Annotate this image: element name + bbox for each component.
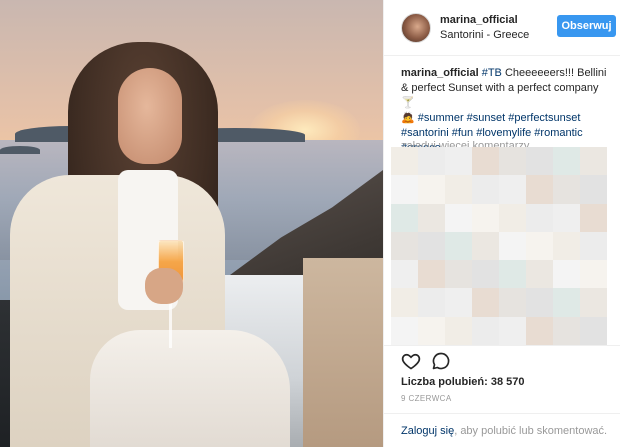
blur-cell [418,147,445,176]
blur-cell [499,288,526,317]
login-prompt-text: , aby polubić lub skomentować. [454,425,608,437]
post-header: marina_official Santorini - Greece Obser… [384,0,620,56]
blur-cell [553,316,580,346]
blur-cell [418,175,445,204]
blur-cell [526,260,553,289]
blur-cell [418,260,445,289]
blur-cell [418,203,445,232]
blur-cell [499,260,526,289]
blur-cell [472,260,499,289]
login-prompt: Zaloguj się, aby polubić lub skomentować… [384,413,620,447]
post-photo[interactable] [0,0,383,447]
blur-cell [445,175,472,204]
blur-cell [553,203,580,232]
blur-cell [553,231,580,261]
blur-cell [445,231,472,261]
hashtag-tb[interactable]: #TB [482,67,502,79]
blur-cell [391,260,418,289]
person-emoji: 🙇 [401,112,415,124]
blur-cell [580,175,607,204]
caption-username[interactable]: marina_official [401,67,479,79]
blur-cell [391,147,418,176]
blur-cell [418,231,445,261]
blur-cell [580,147,607,176]
blur-cell [553,147,580,176]
comment-icon[interactable] [431,351,451,371]
blur-cell [553,175,580,204]
blur-cell [580,203,607,232]
cocktail-emoji: 🍸 [401,97,415,109]
blur-cell [499,175,526,204]
blur-cell [526,316,553,346]
avatar[interactable] [401,13,431,43]
blur-cell [472,203,499,232]
blur-cell [445,147,472,176]
blur-cell [580,288,607,317]
blur-cell [445,260,472,289]
location-link[interactable]: Santorini - Greece [440,29,529,41]
blur-cell [580,231,607,261]
blur-cell [526,175,553,204]
blur-cell [391,175,418,204]
post-date[interactable]: 9 CZERWCA [401,394,452,403]
face [118,68,182,164]
blur-cell [526,231,553,261]
blur-cell [418,316,445,346]
blur-cell [391,231,418,261]
dress [90,330,290,447]
blur-cell [499,147,526,176]
blur-cell [526,147,553,176]
blur-cell [445,316,472,346]
blur-cell [472,175,499,204]
blur-cell [526,203,553,232]
blur-cell [499,231,526,261]
blurred-comments [391,147,607,346]
login-link[interactable]: Zaloguj się [401,425,454,437]
blur-cell [418,288,445,317]
blur-cell [553,288,580,317]
blur-cell [472,147,499,176]
blur-cell [391,203,418,232]
post-actions [384,345,620,375]
blur-cell [391,288,418,317]
blur-cell [391,316,418,346]
blur-cell [445,288,472,317]
blur-cell [580,260,607,289]
heart-icon[interactable] [401,351,421,371]
blur-cell [445,203,472,232]
blur-cell [472,231,499,261]
post-sidebar: marina_official Santorini - Greece Obser… [383,0,620,447]
island [0,146,40,154]
likes-count[interactable]: Liczba polubień: 38 570 [401,376,524,388]
blur-cell [580,316,607,346]
blur-cell [553,260,580,289]
blur-cell [472,288,499,317]
table [303,258,383,447]
blur-cell [499,316,526,346]
blur-cell [472,316,499,346]
hand [145,268,183,304]
follow-button[interactable]: Obserwuj [557,15,616,37]
blur-cell [499,203,526,232]
blur-cell [526,288,553,317]
username-link[interactable]: marina_official [440,14,518,26]
